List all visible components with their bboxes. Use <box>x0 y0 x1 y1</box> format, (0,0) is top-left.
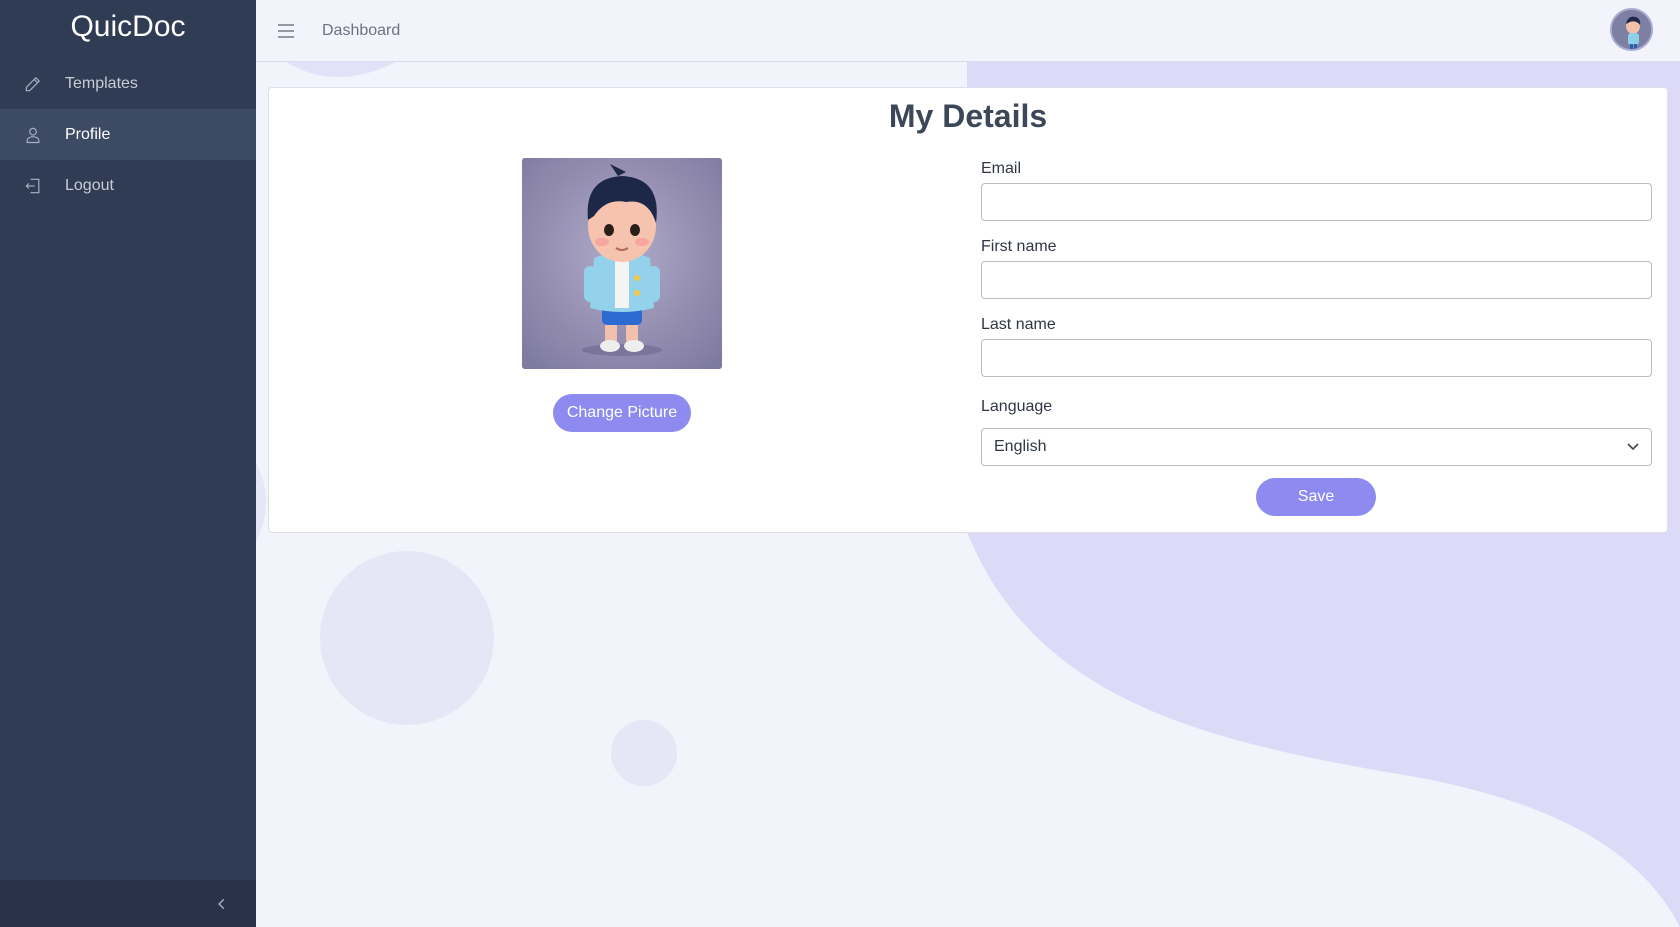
sidebar-footer <box>0 880 256 927</box>
language-selected-value: English <box>994 438 1047 455</box>
pencil-icon <box>22 73 44 95</box>
avatar[interactable] <box>1610 8 1653 51</box>
sidebar-nav: Templates Profile Logout <box>0 58 256 211</box>
sidebar-item-logout[interactable]: Logout <box>0 160 256 211</box>
last-name-field-group: Last name <box>981 316 1652 377</box>
menu-toggle-button[interactable] <box>276 21 296 41</box>
logout-icon <box>22 175 44 197</box>
top-header: Dashboard <box>256 0 1680 62</box>
email-label: Email <box>981 160 1022 177</box>
save-button[interactable]: Save <box>1256 478 1376 516</box>
decor-circle-small <box>611 720 677 786</box>
decor-circle-large <box>320 551 494 725</box>
sidebar-collapse-button[interactable] <box>210 892 234 916</box>
sidebar: QuicDoc Templates Profile Logout <box>0 0 256 927</box>
first-name-field[interactable] <box>981 261 1652 299</box>
language-field-group: Language English <box>981 398 1652 466</box>
first-name-label: First name <box>981 238 1057 255</box>
chevron-down-icon <box>1627 443 1639 451</box>
my-details-card: My Details Change Picture Email First na… <box>268 87 1668 533</box>
page-title: My Details <box>888 98 1048 134</box>
sidebar-item-templates[interactable]: Templates <box>0 58 256 109</box>
last-name-label: Last name <box>981 316 1056 333</box>
first-name-field-group: First name <box>981 238 1652 299</box>
sidebar-item-label: Templates <box>65 74 138 92</box>
sidebar-item-label: Logout <box>65 176 114 194</box>
language-select[interactable]: English <box>981 428 1652 466</box>
email-field[interactable] <box>981 183 1652 221</box>
last-name-field[interactable] <box>981 339 1652 377</box>
brand-logo[interactable]: QuicDoc <box>0 0 256 54</box>
hamburger-icon <box>278 23 294 38</box>
language-label: Language <box>981 398 1053 415</box>
details-form: Email First name Last name Language Engl… <box>981 160 1652 483</box>
sidebar-item-profile[interactable]: Profile <box>0 109 256 160</box>
change-picture-button[interactable]: Change Picture <box>553 394 691 432</box>
chevron-left-icon <box>218 898 225 910</box>
email-field-group: Email <box>981 160 1652 221</box>
sidebar-item-label: Profile <box>65 125 111 143</box>
profile-picture <box>522 158 722 369</box>
user-icon <box>22 124 44 146</box>
breadcrumb-dashboard[interactable]: Dashboard <box>322 22 400 40</box>
